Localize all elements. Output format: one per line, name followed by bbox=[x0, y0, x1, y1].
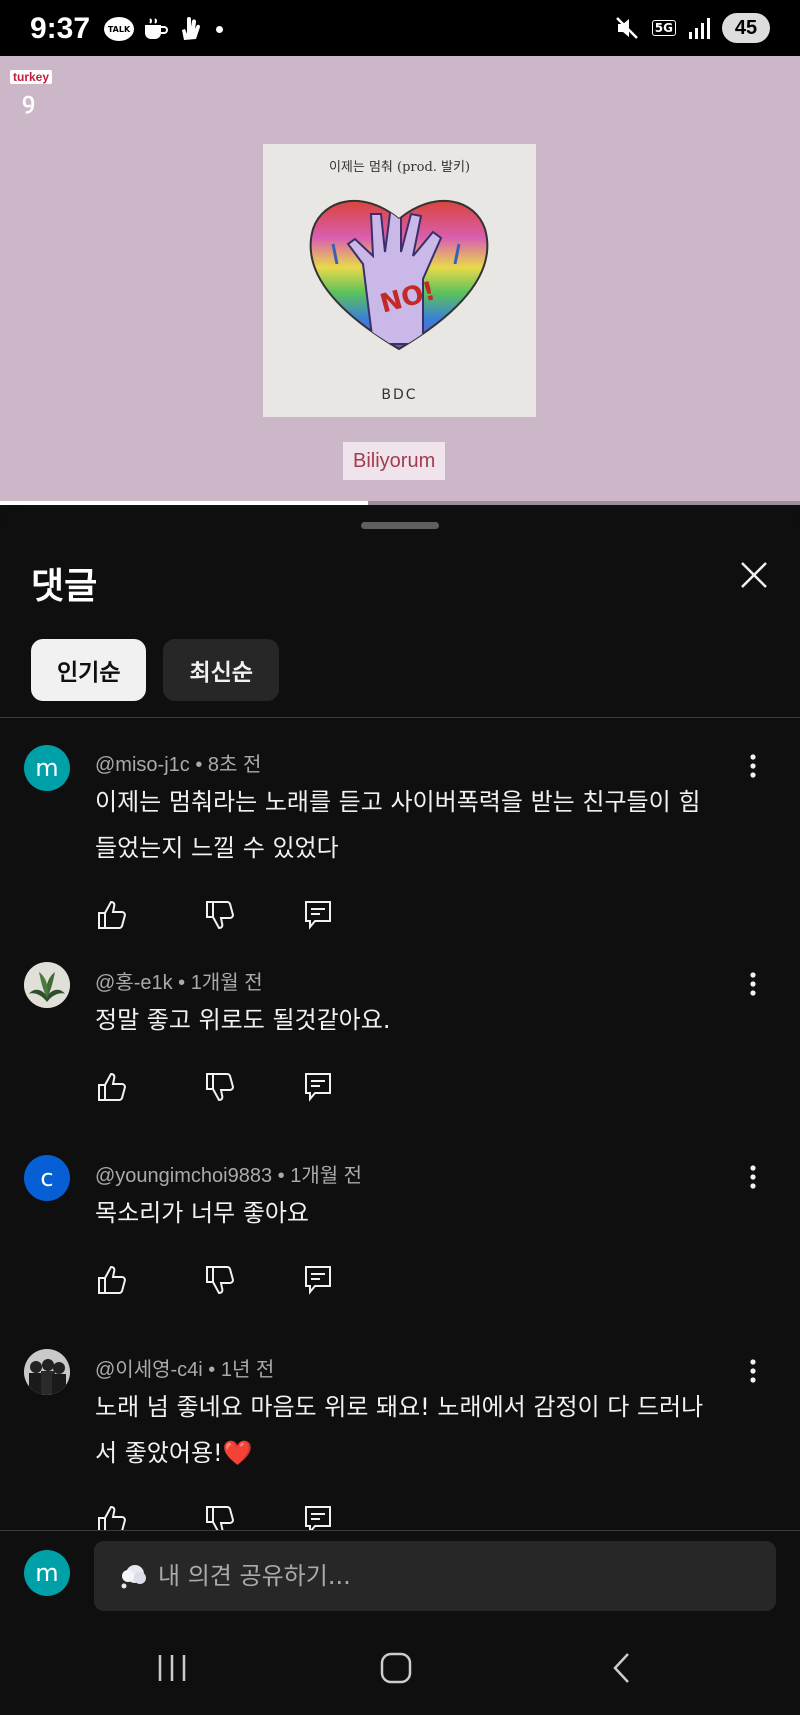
comment-composer[interactable] bbox=[94, 1541, 776, 1611]
avatar[interactable]: m bbox=[24, 745, 70, 791]
comment-text: 이제는 멈춰라는 노래를 듣고 사이버폭력을 받는 친구들이 힘들었는지 느낄 … bbox=[95, 788, 701, 862]
hand-icon bbox=[182, 17, 201, 40]
comment-text: 정말 좋고 위로도 될것같아요. bbox=[95, 1006, 391, 1034]
divider bbox=[0, 717, 800, 718]
more-vert-icon bbox=[750, 972, 756, 996]
video-player[interactable]: turkey ꝯ 이제는 멈춰 (prod. 발키) NO! BDC Biliy… bbox=[0, 56, 800, 505]
thumb-up-icon[interactable] bbox=[95, 1503, 129, 1530]
coffee-icon bbox=[145, 18, 168, 39]
close-icon bbox=[741, 562, 767, 588]
album-heart-artwork: NO! bbox=[309, 200, 489, 351]
comment-author-meta: @youngimchoi9883 • 1개월 전 bbox=[95, 1165, 363, 1187]
reply-icon[interactable] bbox=[301, 1263, 335, 1297]
comment-author-meta: @홍-e1k • 1개월 전 bbox=[95, 972, 263, 994]
comment-more-button[interactable] bbox=[735, 748, 771, 784]
mute-icon bbox=[615, 17, 638, 39]
composer-divider bbox=[0, 1530, 800, 1531]
notification-icons: TALK bbox=[104, 16, 223, 42]
android-nav-bar bbox=[0, 1620, 800, 1715]
thumb-down-icon[interactable] bbox=[203, 898, 237, 932]
more-vert-icon bbox=[750, 1359, 756, 1383]
thumb-up-icon[interactable] bbox=[95, 898, 129, 932]
status-time: 9:37 bbox=[30, 12, 91, 45]
back-button[interactable] bbox=[592, 1646, 652, 1690]
comment-more-button[interactable] bbox=[735, 1159, 771, 1195]
group-photo-avatar-image bbox=[24, 1349, 70, 1395]
composer-avatar: m bbox=[24, 1550, 70, 1596]
thumb-down-icon[interactable] bbox=[203, 1070, 237, 1104]
home-icon bbox=[380, 1652, 412, 1684]
recent-apps-button[interactable] bbox=[142, 1646, 202, 1690]
signal-icon bbox=[689, 18, 710, 39]
sheet-drag-handle[interactable] bbox=[361, 522, 439, 529]
album-artist: BDC bbox=[381, 387, 418, 403]
reply-icon[interactable] bbox=[301, 898, 335, 932]
channel-logo-mark: ꝯ bbox=[22, 89, 35, 114]
channel-logo-tag: turkey bbox=[10, 70, 53, 84]
more-vert-icon bbox=[750, 1165, 756, 1189]
comment-author-meta: @miso-j1c • 8초 전 bbox=[95, 754, 262, 776]
close-button[interactable] bbox=[734, 555, 774, 595]
comment-list[interactable]: m @miso-j1c • 8초 전 이제는 멈춰라는 노래를 듣고 사이버폭력… bbox=[0, 724, 800, 1530]
reply-icon[interactable] bbox=[301, 1070, 335, 1104]
more-notifications-dot bbox=[216, 25, 223, 33]
back-icon bbox=[613, 1653, 629, 1683]
comment-text: 노래 넘 좋네요 마음도 위로 돼요! 노래에서 감정이 다 드러나서 좋았어용… bbox=[95, 1393, 704, 1467]
thought-bubble-icon bbox=[121, 1565, 146, 1589]
thumb-down-icon[interactable] bbox=[203, 1503, 237, 1530]
thumb-up-icon[interactable] bbox=[95, 1070, 129, 1104]
home-button[interactable] bbox=[366, 1646, 426, 1690]
comment-author-meta: @이세영-c4i • 1년 전 bbox=[95, 1359, 275, 1381]
thumb-up-icon[interactable] bbox=[95, 1263, 129, 1297]
recent-apps-icon bbox=[158, 1655, 186, 1681]
video-subtitle: Biliyorum bbox=[343, 442, 446, 480]
comment-more-button[interactable] bbox=[735, 1353, 771, 1389]
comments-title: 댓글 bbox=[31, 566, 98, 607]
plant-avatar-image bbox=[24, 962, 70, 1008]
battery-indicator: 45 bbox=[722, 13, 770, 43]
kakaotalk-icon: TALK bbox=[104, 17, 134, 41]
channel-logo: turkey ꝯ bbox=[10, 66, 54, 115]
system-icons: 5G 45 bbox=[614, 12, 770, 44]
sort-chips: 인기순 최신순 bbox=[31, 639, 279, 701]
comment-input[interactable] bbox=[156, 1561, 720, 1591]
sort-chip-newest[interactable]: 최신순 bbox=[163, 639, 279, 701]
avatar[interactable] bbox=[24, 1349, 70, 1395]
network-5g-icon: 5G bbox=[651, 20, 676, 36]
comments-sheet: 댓글 인기순 최신순 m @miso-j1c • 8초 전 이제는 멈춰라는 노… bbox=[0, 505, 800, 1715]
sort-chip-popular[interactable]: 인기순 bbox=[31, 639, 147, 701]
more-vert-icon bbox=[750, 754, 756, 778]
avatar[interactable]: c bbox=[24, 1155, 70, 1201]
comment-more-button[interactable] bbox=[735, 966, 771, 1002]
thumb-down-icon[interactable] bbox=[203, 1263, 237, 1297]
avatar[interactable] bbox=[24, 962, 70, 1008]
comment-text: 목소리가 너무 좋아요 bbox=[95, 1199, 309, 1227]
album-cover: 이제는 멈춰 (prod. 발키) NO! BDC bbox=[263, 144, 536, 417]
status-bar: 9:37 TALK 5G 45 bbox=[0, 0, 800, 56]
reply-icon[interactable] bbox=[301, 1503, 335, 1530]
